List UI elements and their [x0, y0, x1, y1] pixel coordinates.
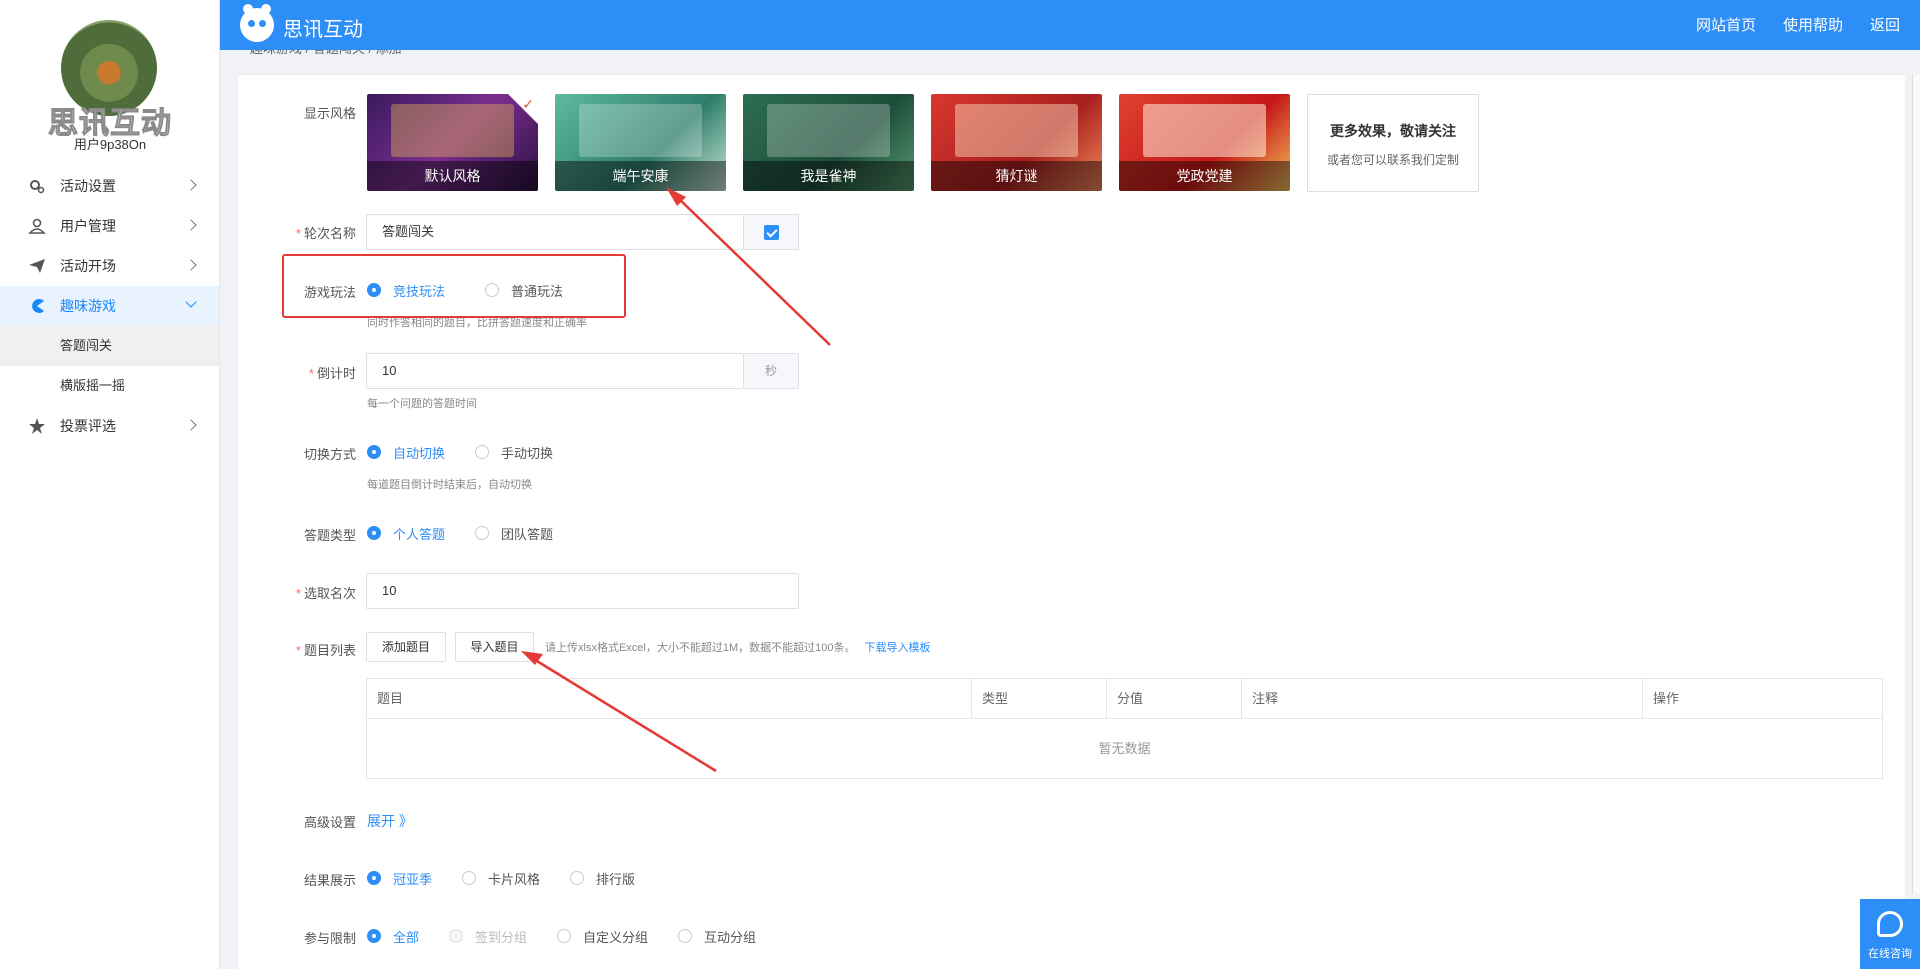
sidebar-item-user-management[interactable]: 用户管理 [0, 206, 219, 246]
sidebar-menu: 活动设置 用户管理 活动开场 趣味游戏 答题闯关 横版摇一摇 投票评选 [0, 166, 219, 446]
online-consult-label: 在线咨询 [1868, 948, 1912, 960]
style-card-name: 党政党建 [1119, 161, 1290, 191]
answer-type-label: 答题类型 [303, 528, 356, 543]
nav-help-link[interactable]: 使用帮助 [1783, 0, 1843, 50]
main-panel [238, 74, 1905, 969]
upload-hint: 请上传xlsx格式Excel，大小不能超过1M，数据不能超过100条。 下载导入… [545, 642, 931, 654]
sidebar-item-activity-opening[interactable]: 活动开场 [0, 246, 219, 286]
style-card-name: 端午安康 [555, 161, 726, 191]
sidebar: 思讯互动 用户9p38On 活动设置 用户管理 活动开场 趣味游戏 答题闯关 横… [0, 0, 220, 969]
gear-icon [30, 180, 45, 194]
radio-checkin-group: 签到分组 [449, 927, 527, 946]
countdown-input[interactable]: 10 [366, 353, 744, 389]
paper-plane-icon [29, 259, 45, 273]
pick-count-input[interactable]: 10 [366, 573, 799, 609]
nav-home-link[interactable]: 网站首页 [1696, 0, 1756, 50]
pick-count-label: * 选取名次 [295, 586, 356, 601]
round-name-checkbox[interactable] [763, 225, 779, 240]
username: 用户9p38On [73, 137, 147, 152]
question-list-label: * 题目列表 [295, 643, 356, 658]
question-table: 题目 类型 分值 注释 操作 暂无数据 [366, 678, 1883, 779]
sidebar-item-activity-settings[interactable]: 活动设置 [0, 166, 219, 206]
countdown-label: * 倒计时 [308, 366, 356, 381]
checkmark-icon: ✓ [522, 96, 534, 112]
chevron-right-icon [185, 419, 197, 431]
logo-icon [240, 4, 274, 42]
user-icon [28, 218, 46, 234]
radio-auto-switch[interactable]: 自动切换 [367, 443, 445, 462]
sidebar-item-label: 活动开场 [60, 258, 116, 274]
highlight-box [282, 254, 626, 318]
radio-manual-switch[interactable]: 手动切换 [475, 443, 553, 462]
style-card-name: 猜灯谜 [931, 161, 1102, 191]
switch-mode-hint: 每道题目倒计时结束后，自动切换 [367, 479, 532, 491]
radio-all[interactable]: 全部 [367, 927, 419, 946]
import-question-button[interactable]: 导入题目 [455, 632, 534, 662]
nav-back-link[interactable]: 返回 [1870, 0, 1900, 50]
sidebar-item-voting[interactable]: 投票评选 [0, 406, 219, 446]
advanced-expand-link[interactable]: 展开 》 [367, 811, 413, 831]
style-card-party-building[interactable]: 党政党建 [1119, 94, 1290, 191]
radio-podium[interactable]: 冠亚季 [367, 869, 432, 888]
radio-interactive-group[interactable]: 互动分组 [678, 927, 756, 946]
more-styles-subtitle: 或者您可以联系我们定制 [1326, 153, 1459, 167]
switch-mode-radios: 自动切换 手动切换 [367, 442, 583, 462]
top-header: 思讯互动 网站首页 使用帮助 返回 [220, 0, 1920, 50]
column-header: 操作 [1653, 691, 1680, 706]
more-styles-title: 更多效果，敬请关注 [1330, 123, 1456, 139]
star-icon [29, 418, 45, 434]
style-card-mahjong[interactable]: 我是雀神 [743, 94, 914, 191]
sidebar-item-label: 用户管理 [60, 218, 116, 234]
radio-ranking[interactable]: 排行版 [570, 869, 635, 888]
countdown-unit: 秒 [744, 353, 799, 389]
round-name-label: * 轮次名称 [295, 226, 356, 241]
pacman-icon [32, 299, 44, 313]
download-template-link[interactable]: 下载导入模板 [865, 642, 931, 654]
sidebar-item-label: 活动设置 [60, 178, 116, 194]
participation-radios: 全部 签到分组 自定义分组 互动分组 [367, 926, 786, 946]
chevron-right-icon [185, 219, 197, 231]
sidebar-subitem-shake[interactable]: 横版摇一摇 [0, 366, 219, 406]
style-card-dragon-boat[interactable]: 端午安康 [555, 94, 726, 191]
column-header: 注释 [1242, 679, 1643, 718]
brand-name: 思讯互动 [283, 19, 363, 41]
switch-mode-label: 切换方式 [303, 447, 356, 462]
column-header: 类型 [972, 679, 1107, 718]
chat-bubble-icon [1877, 911, 1903, 937]
header-nav: 网站首页 使用帮助 返回 [1696, 0, 1920, 50]
participation-label: 参与限制 [303, 931, 356, 946]
countdown-hint: 每一个问题的答题时间 [367, 398, 477, 410]
radio-team-answer[interactable]: 团队答题 [475, 524, 553, 543]
style-card-lantern-riddle[interactable]: 猜灯谜 [931, 94, 1102, 191]
column-header: 分值 [1107, 679, 1242, 718]
result-display-label: 结果展示 [303, 873, 356, 888]
round-name-input[interactable]: 答题闯关 [366, 214, 744, 250]
table-header: 题目 类型 分值 注释 操作 [367, 679, 1882, 719]
page-scrollbar[interactable] [1912, 74, 1920, 894]
sidebar-item-label: 投票评选 [60, 418, 116, 434]
sidebar-item-label: 趣味游戏 [60, 298, 116, 314]
radio-individual-answer[interactable]: 个人答题 [367, 524, 445, 543]
style-card-name: 我是雀神 [743, 161, 914, 191]
more-styles-card: 更多效果，敬请关注 或者您可以联系我们定制 [1307, 94, 1479, 192]
style-label: 显示风格 [303, 106, 356, 121]
sidebar-subitem-quiz[interactable]: 答题闯关 [0, 326, 219, 366]
radio-custom-group[interactable]: 自定义分组 [557, 927, 648, 946]
radio-card-style[interactable]: 卡片风格 [462, 869, 540, 888]
advanced-label: 高级设置 [303, 815, 356, 830]
column-header: 题目 [367, 679, 972, 718]
add-question-button[interactable]: 添加题目 [366, 632, 446, 662]
chevron-right-icon [185, 259, 197, 271]
result-display-radios: 冠亚季 卡片风格 排行版 [367, 868, 665, 888]
sidebar-item-fun-games[interactable]: 趣味游戏 [0, 286, 219, 326]
style-card-name: 默认风格 [367, 161, 538, 191]
style-card-default[interactable]: ✓ 默认风格 [367, 94, 538, 191]
chevron-down-icon [185, 296, 197, 308]
answer-type-radios: 个人答题 团队答题 [367, 523, 583, 543]
chevron-right-icon [185, 179, 197, 191]
online-consult-widget[interactable]: 在线咨询 [1860, 899, 1920, 969]
round-name-checkbox-addon [744, 214, 799, 250]
table-empty-text: 暂无数据 [1098, 741, 1151, 756]
